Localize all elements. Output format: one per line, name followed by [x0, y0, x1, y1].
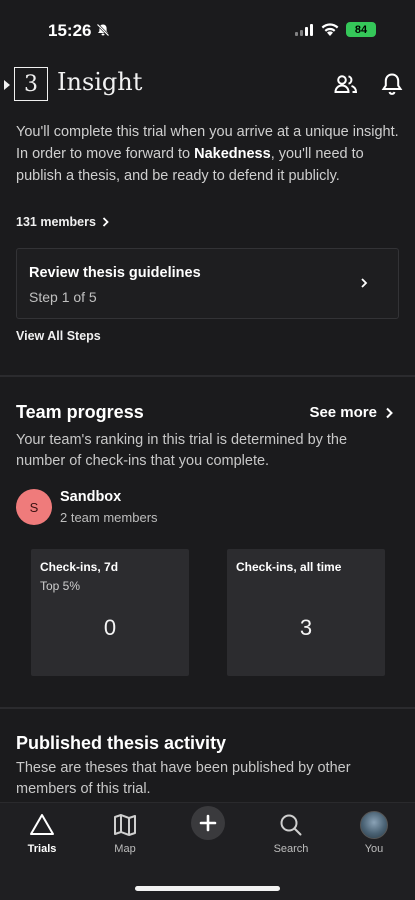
signal-icon	[295, 24, 313, 36]
bell-muted-icon	[96, 23, 110, 37]
bell-icon[interactable]	[379, 71, 405, 97]
status-time: 15:26	[48, 21, 92, 40]
step-card[interactable]: Review thesis guidelines Step 1 of 5	[16, 248, 399, 319]
search-icon	[280, 814, 302, 836]
stat-label: Check-ins, all time	[236, 560, 342, 574]
members-count: 131 members	[16, 215, 96, 229]
published-activity-description: These are theses that have been publishe…	[16, 760, 351, 797]
app-logo: 3	[14, 67, 48, 101]
team-initial: S	[29, 499, 39, 515]
members-link[interactable]: 131 members	[16, 215, 109, 229]
battery-level: 84	[354, 23, 368, 36]
trial-intro-text: You'll complete this trial when you arri…	[16, 121, 400, 187]
logo-marker-icon	[4, 80, 10, 90]
app-header: 3 Insight	[0, 62, 415, 106]
people-icon[interactable]	[333, 71, 359, 97]
avatar[interactable]: S	[16, 489, 52, 525]
chevron-right-icon	[361, 278, 368, 288]
logo-glyph: 3	[24, 71, 38, 97]
add-button[interactable]	[191, 806, 225, 840]
tab-label: You	[364, 843, 384, 855]
see-more-link[interactable]: See more	[309, 404, 393, 421]
step-title: Review thesis guidelines	[29, 265, 201, 281]
plus-icon	[199, 814, 217, 832]
status-bar: 15:26 84	[0, 0, 415, 60]
section-divider	[0, 707, 415, 709]
see-more-label: See more	[309, 404, 377, 421]
chevron-right-icon	[102, 217, 109, 227]
team-name[interactable]: Sandbox	[60, 489, 121, 505]
tab-label: Search	[273, 843, 309, 855]
team-progress-description: Your team's ranking in this trial is det…	[16, 432, 348, 469]
tab-search[interactable]: Search	[256, 811, 326, 855]
stat-value: 3	[299, 615, 313, 640]
section-divider	[0, 375, 415, 377]
tab-map[interactable]: Map	[90, 811, 160, 855]
team-members-count: 2 team members	[60, 510, 158, 525]
stat-value: 0	[103, 615, 117, 640]
tab-you[interactable]: You	[339, 811, 409, 855]
map-icon	[114, 814, 136, 836]
stat-label: Check-ins, 7d	[40, 560, 119, 574]
tab-trials[interactable]: Trials	[7, 811, 77, 855]
home-indicator	[135, 886, 280, 891]
avatar	[360, 811, 388, 839]
triangle-icon	[30, 814, 54, 835]
intro-highlight: Nakedness	[194, 146, 271, 162]
stat-rank: Top 5%	[40, 579, 81, 593]
wifi-icon	[321, 23, 339, 36]
published-activity-title: Published thesis activity	[16, 733, 227, 753]
tab-label: Trials	[27, 843, 57, 855]
team-progress-title: Team progress	[16, 402, 144, 422]
step-progress: Step 1 of 5	[29, 289, 97, 305]
view-all-steps-link[interactable]: View All Steps	[16, 329, 101, 343]
chevron-right-icon	[386, 407, 393, 418]
stat-card-checkins-7d: Check-ins, 7d Top 5% 0	[31, 549, 189, 676]
tab-label: Map	[114, 843, 136, 855]
page-title: Insight	[57, 68, 143, 96]
battery-indicator: 84	[346, 22, 376, 37]
stat-card-checkins-all-time: Check-ins, all time 3	[227, 549, 385, 676]
